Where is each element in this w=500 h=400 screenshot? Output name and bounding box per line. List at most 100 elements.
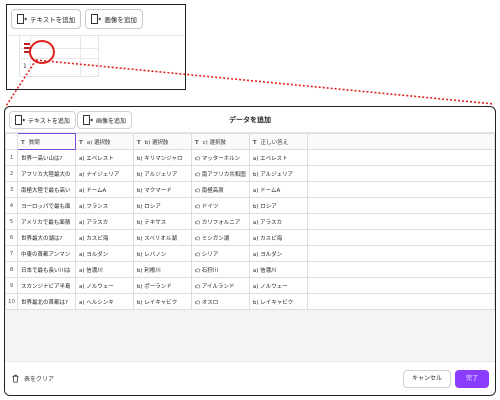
data-grid-area: T 質問 Ta) 選択肢 Tb) 選択肢 Tc) 選択肢 T 正しい答え 1 世界一高… <box>5 133 495 361</box>
column-header-question[interactable]: T 質問 <box>16 133 76 150</box>
cell-choice-b[interactable]: b) ロシア <box>132 197 192 214</box>
row-number: 10 <box>5 293 18 310</box>
empty-cell <box>306 197 495 214</box>
cell-answer[interactable]: a) ノルウェー <box>248 277 308 294</box>
cell-choice-c[interactable]: c) アイルランド <box>190 277 250 294</box>
zoom-inset: テキストを追加 画像を追加 1 <box>6 4 186 90</box>
table-row: 7 中東の首都アンマン a) ヨルダン b) レバノン c) シリア a) ヨルダン <box>5 245 495 262</box>
empty-cell <box>306 149 495 166</box>
cell-choice-c[interactable]: c) ミシガン湖 <box>190 229 250 246</box>
column-header-choice-c[interactable]: Tc) 選択肢 <box>190 133 250 150</box>
cell-answer[interactable]: a) カスピ海 <box>248 229 308 246</box>
row-number: 8 <box>5 261 18 278</box>
done-button[interactable]: 完了 <box>455 370 489 388</box>
clear-table-button[interactable]: 表をクリア <box>11 374 54 383</box>
empty-cell <box>306 229 495 246</box>
empty-cell <box>306 181 495 198</box>
cell-choice-a[interactable]: a) 信濃川 <box>74 261 134 278</box>
cancel-button[interactable]: キャンセル <box>402 370 451 388</box>
cell-choice-c[interactable]: c) 石狩川 <box>190 261 250 278</box>
table-row: 1 世界一高い山は? a) エベレスト b) キリマンジャロ c) マッターホルン a) … <box>5 149 495 166</box>
cell-choice-a[interactable]: a) ノルウェー <box>74 277 134 294</box>
trash-icon <box>12 374 19 383</box>
cell-choice-b[interactable]: b) キリマンジャロ <box>132 149 192 166</box>
table-row: 8 日本で最も長い川は a) 信濃川 b) 利根川 c) 石狩川 a) 信濃川 <box>5 261 495 278</box>
table-row: 3 南極大陸で最も高い a) ドームA b) マクマード c) 南極高原 a) ドームA <box>5 181 495 198</box>
dialog-footer: 表をクリア キャンセル 完了 <box>5 361 495 395</box>
dialog-title: データを追加 <box>229 116 271 124</box>
cell-choice-a[interactable]: a) ヘルシンキ <box>74 293 134 310</box>
cell-choice-b[interactable]: b) レイキャビク <box>132 293 192 310</box>
table-row: 5 アメリカで最も面積 a) アラスカ b) テキサス c) カリフォルニア a) アラス… <box>5 213 495 230</box>
cell-choice-a[interactable]: a) ヨルダン <box>74 245 134 262</box>
cell-choice-c[interactable]: c) オスロ <box>190 293 250 310</box>
row-number: 7 <box>5 245 18 262</box>
cell-answer[interactable]: a) アラスカ <box>248 213 308 230</box>
cell-choice-a[interactable]: a) ドームA <box>74 181 134 198</box>
cell-choice-c[interactable]: c) カリフォルニア <box>190 213 250 230</box>
row-number: 1 <box>5 149 18 166</box>
cell-answer[interactable]: b) ロシア <box>248 197 308 214</box>
cell-answer[interactable]: a) ヨルダン <box>248 245 308 262</box>
empty-cell <box>306 277 495 294</box>
cell-choice-b[interactable]: b) スペリオル湖 <box>132 229 192 246</box>
dialog-header: テキストを追加 画像を追加 データを追加 <box>5 107 495 133</box>
empty-cell <box>306 293 495 310</box>
column-header-choice-b[interactable]: Tb) 選択肢 <box>132 133 192 150</box>
empty-column <box>306 133 495 150</box>
cell-choice-a[interactable]: a) アラスカ <box>74 213 134 230</box>
cell-choice-a[interactable]: a) フランス <box>74 197 134 214</box>
cell-question[interactable]: アフリカ大陸最大の <box>16 165 76 182</box>
cell-choice-c[interactable]: c) 南アフリカ共和国 <box>190 165 250 182</box>
row-number: 9 <box>5 277 18 294</box>
add-image-icon <box>91 14 102 24</box>
add-text-icon <box>17 14 27 24</box>
cell-choice-a[interactable]: a) カスピ海 <box>74 229 134 246</box>
cell-question[interactable]: 世界一高い山は? <box>16 149 76 166</box>
cell-question[interactable]: 日本で最も長い川は <box>16 261 76 278</box>
inset-add-image-button[interactable]: 画像を追加 <box>85 9 143 29</box>
cell-choice-c[interactable]: c) シリア <box>190 245 250 262</box>
column-header-choice-a[interactable]: Ta) 選択肢 <box>74 133 134 150</box>
cell-choice-a[interactable]: a) ナイジェリア <box>74 165 134 182</box>
cell-answer[interactable]: a) 信濃川 <box>248 261 308 278</box>
corner-cell <box>5 133 18 150</box>
inset-add-text-button[interactable]: テキストを追加 <box>11 9 82 29</box>
table-row: 4 ヨーロッパで最も面 a) フランス b) ロシア c) ドイツ b) ロシア <box>5 197 495 214</box>
cell-choice-b[interactable]: b) 利根川 <box>132 261 192 278</box>
cell-choice-c[interactable]: c) ドイツ <box>190 197 250 214</box>
cell-choice-c[interactable]: c) マッターホルン <box>190 149 250 166</box>
highlight-circle <box>29 40 55 64</box>
empty-cell <box>306 261 495 278</box>
cell-question[interactable]: 世界最北の首都は? <box>16 293 76 310</box>
row-number: 5 <box>5 213 18 230</box>
table-row: 10 世界最北の首都は? a) ヘルシンキ b) レイキャビク c) オスロ b) レイキ… <box>5 293 495 310</box>
inset-toolbar: テキストを追加 画像を追加 <box>11 9 143 29</box>
empty-cell <box>306 165 495 182</box>
cell-choice-b[interactable]: b) ポーランド <box>132 277 192 294</box>
cell-choice-a[interactable]: a) エベレスト <box>74 149 134 166</box>
cell-choice-b[interactable]: b) テキサス <box>132 213 192 230</box>
cell-question[interactable]: 南極大陸で最も高い <box>16 181 76 198</box>
cell-question[interactable]: 中東の首都アンマン <box>16 245 76 262</box>
cell-answer[interactable]: b) アルジェリア <box>248 165 308 182</box>
empty-cell <box>306 245 495 262</box>
cell-question[interactable]: スカンジナビア半島 <box>16 277 76 294</box>
cell-question[interactable]: 世界最大の湖は? <box>16 229 76 246</box>
cell-choice-b[interactable]: b) レバノン <box>132 245 192 262</box>
add-data-dialog: テキストを追加 画像を追加 データを追加 T 質問 Ta) 選択肢 Tb) 選択肢… <box>4 106 496 396</box>
inset-row-number: 1 <box>23 63 27 70</box>
cell-choice-c[interactable]: c) 南極高原 <box>190 181 250 198</box>
table-row: 6 世界最大の湖は? a) カスピ海 b) スペリオル湖 c) ミシガン湖 a) カスピ海 <box>5 229 495 246</box>
cell-answer[interactable]: b) レイキャビク <box>248 293 308 310</box>
cell-choice-b[interactable]: b) アルジェリア <box>132 165 192 182</box>
cell-choice-b[interactable]: b) マクマード <box>132 181 192 198</box>
cell-answer[interactable]: a) ドームA <box>248 181 308 198</box>
cell-answer[interactable]: a) エベレスト <box>248 149 308 166</box>
table-row: 9 スカンジナビア半島 a) ノルウェー b) ポーランド c) アイルランド a) ノル… <box>5 277 495 294</box>
column-header-answer[interactable]: T 正しい答え <box>248 133 308 150</box>
row-number: 3 <box>5 181 18 198</box>
cell-question[interactable]: アメリカで最も面積 <box>16 213 76 230</box>
empty-cell <box>306 213 495 230</box>
cell-question[interactable]: ヨーロッパで最も面 <box>16 197 76 214</box>
